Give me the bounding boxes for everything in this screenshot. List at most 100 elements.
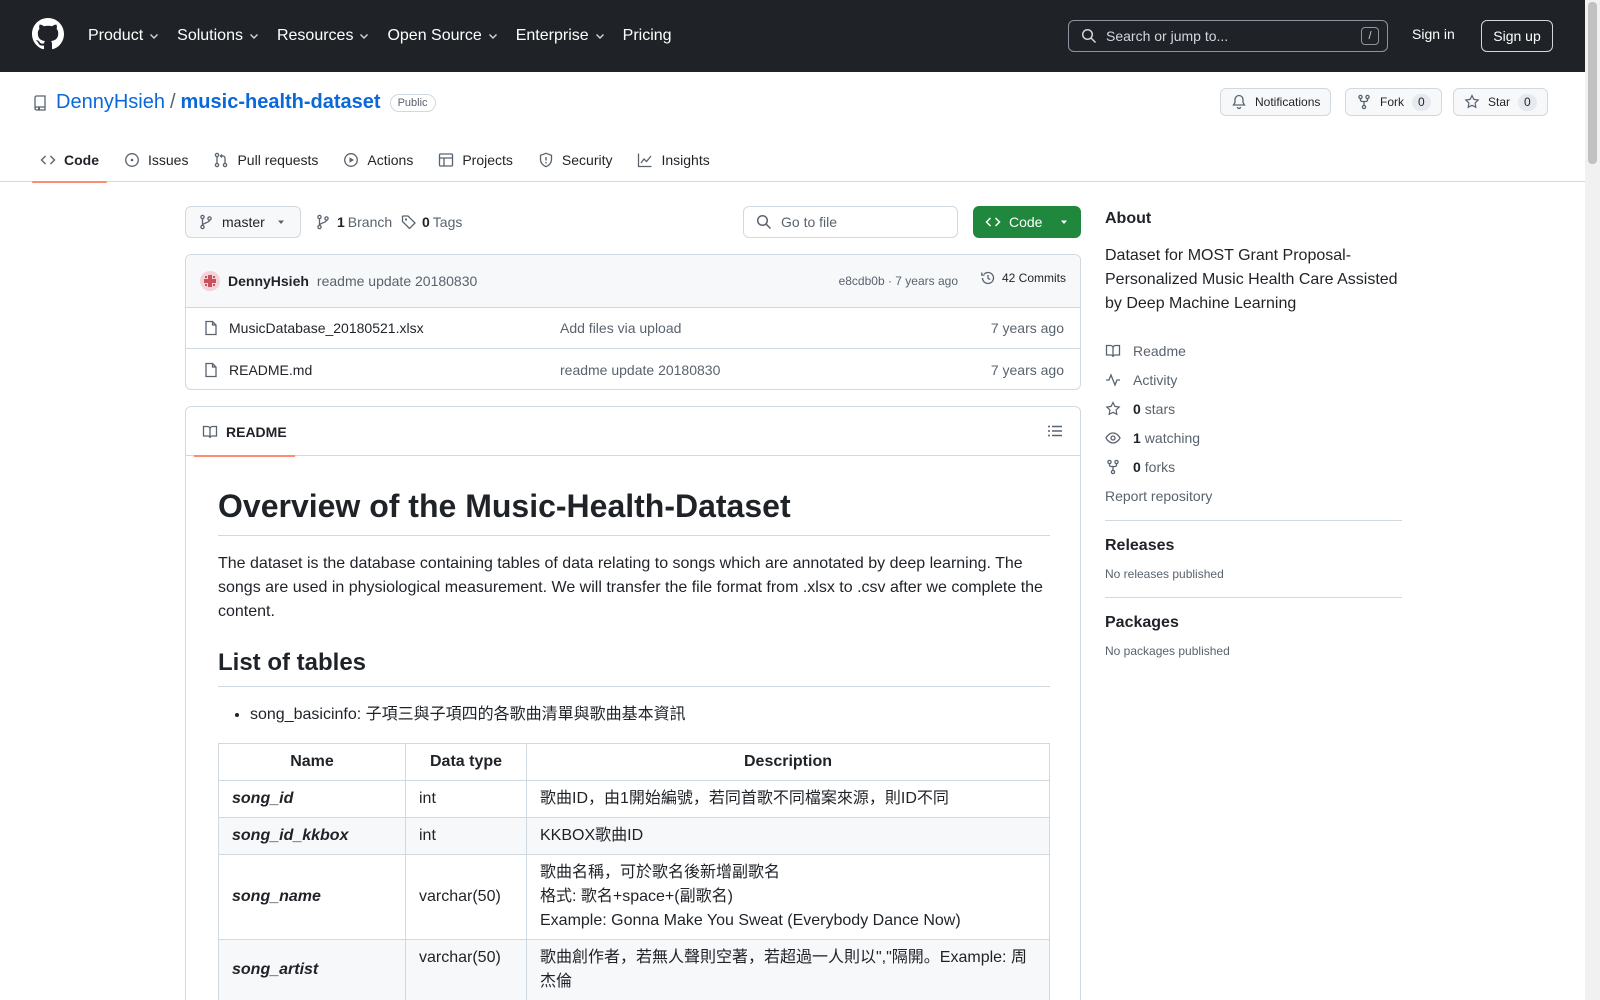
tags-link[interactable]: 0 Tags [401, 206, 462, 238]
issue-icon [124, 152, 148, 168]
field-type: varchar(50) [405, 939, 527, 1000]
field-description: 歌曲名稱，可於歌名後新增副歌名 格式: 歌名+space+(副歌名) Examp… [526, 854, 1050, 940]
chevron-down-icon [148, 30, 160, 42]
nav-product[interactable]: Product [88, 27, 160, 45]
commits-history-link[interactable]: 42 Commits [980, 270, 1066, 286]
readme-link[interactable]: Readme [1105, 336, 1402, 365]
code-dropdown-button[interactable]: Code [973, 206, 1081, 238]
fork-count: 0 [1412, 93, 1431, 111]
description-line: Example: Gonna Make You Sweat (Everybody… [540, 912, 961, 929]
tab-pull-requests[interactable]: Pull requests [205, 138, 326, 182]
repo-header: DennyHsieh / music-health-dataset Public… [0, 72, 1600, 183]
readme-tab-label: README [226, 423, 287, 440]
description-line: 格式: 歌名+space+(副歌名) [540, 888, 733, 905]
caret-down-icon [1059, 217, 1069, 227]
scrollbar-thumb[interactable] [1588, 2, 1597, 164]
watching-label: watching [1144, 429, 1201, 446]
caret-down-icon [276, 217, 286, 227]
tag-label: Tags [432, 214, 463, 230]
book-icon [1105, 343, 1133, 359]
commit-message-link[interactable]: readme update 20180830 [317, 273, 477, 289]
history-icon [980, 270, 1002, 286]
file-name-link[interactable]: README.md [229, 362, 312, 378]
about-heading: About [1105, 210, 1152, 227]
repo-name-link[interactable]: music-health-dataset [181, 91, 381, 114]
commit-hash-age[interactable]: e8cdb0b · 7 years ago [839, 274, 958, 288]
field-description: 歌曲創作者，若無人聲則空著，若超過一人則以","隔開。Example: 周杰倫 [526, 939, 1050, 1000]
report-repository-link[interactable]: Report repository [1105, 481, 1402, 510]
branch-icon [315, 214, 331, 230]
page-scrollbar[interactable] [1585, 0, 1600, 1000]
readme-title: Overview of the Music-Health-Dataset [218, 486, 1050, 536]
search-shortcut-key: / [1361, 27, 1379, 45]
star-label: Star [1488, 95, 1511, 109]
packages-empty-text: No packages published [1105, 644, 1230, 658]
tab-actions[interactable]: Actions [335, 138, 421, 182]
tab-label: Security [561, 152, 613, 168]
tab-projects[interactable]: Projects [430, 138, 521, 182]
releases-empty-text: No releases published [1105, 567, 1224, 581]
table-row: song_id_kkbox int KKBOX歌曲ID [218, 817, 1050, 855]
fork-button[interactable]: Fork 0 [1345, 88, 1442, 116]
readme-intro: The dataset is the database containing t… [218, 555, 1043, 620]
file-name-link[interactable]: MusicDatabase_20180521.xlsx [229, 320, 424, 336]
readme-content: Overview of the Music-Health-Dataset The… [218, 486, 1050, 1000]
pull-request-icon [213, 152, 237, 168]
file-row[interactable]: README.md readme update 20180830 7 years… [186, 349, 1080, 389]
tab-security[interactable]: Security [530, 138, 621, 182]
table-row: song_artist varchar(50) 歌曲創作者，若無人聲則空著，若超… [218, 939, 1050, 1000]
branches-link[interactable]: 1 Branch [315, 206, 392, 238]
watching-count: 1 [1133, 429, 1141, 446]
nav-pricing[interactable]: Pricing [623, 27, 672, 45]
global-search-input[interactable]: Search or jump to... / [1068, 20, 1388, 52]
star-button[interactable]: Star 0 [1453, 88, 1548, 116]
commit-author-link[interactable]: DennyHsieh [228, 273, 309, 289]
github-logo-icon[interactable] [32, 18, 64, 50]
tab-code[interactable]: Code [32, 138, 107, 183]
table-icon [438, 152, 462, 168]
file-commit-age: 7 years ago [990, 320, 1064, 336]
fork-icon [1105, 459, 1133, 475]
stars-link[interactable]: 0 stars [1105, 394, 1402, 423]
code-button-label: Code [1009, 214, 1043, 230]
field-description: KKBOX歌曲ID [526, 817, 1050, 855]
tab-issues[interactable]: Issues [116, 138, 196, 182]
repo-owner-link[interactable]: DennyHsieh [56, 91, 165, 114]
tab-insights[interactable]: Insights [629, 138, 717, 182]
branch-select-button[interactable]: master [185, 206, 301, 238]
nav-resources[interactable]: Resources [277, 27, 370, 45]
releases-heading[interactable]: Releases [1105, 537, 1402, 555]
tab-label: Code [64, 152, 99, 168]
file-commit-message[interactable]: Add files via upload [560, 320, 681, 336]
field-type: int [405, 780, 527, 818]
readme-section-heading: List of tables [218, 648, 1050, 687]
field-description: 歌曲ID，由1開始編號，若同首歌不同檔案來源，則ID不同 [526, 780, 1050, 818]
nav-solutions[interactable]: Solutions [177, 27, 260, 45]
description-line: 歌曲名稱，可於歌名後新增副歌名 [540, 864, 781, 881]
go-to-file-input[interactable]: Go to file [743, 206, 958, 238]
graph-icon [637, 152, 661, 168]
search-icon [1081, 28, 1097, 44]
sign-in-link[interactable]: Sign in [1412, 26, 1455, 42]
field-name: song_name [218, 854, 406, 940]
star-icon [1105, 400, 1133, 417]
star-icon [1464, 94, 1488, 110]
watchers-link[interactable]: 1 watching [1105, 423, 1402, 452]
table-row: song_id int 歌曲ID，由1開始編號，若同首歌不同檔案來源，則ID不同 [218, 780, 1050, 818]
column-header: Data type [405, 743, 527, 781]
avatar[interactable] [200, 271, 220, 291]
nav-open-source[interactable]: Open Source [387, 27, 498, 45]
sign-up-button[interactable]: Sign up [1481, 20, 1553, 52]
notifications-button[interactable]: Notifications [1220, 88, 1332, 116]
branch-name: master [222, 214, 265, 230]
list-unordered-icon[interactable] [1047, 423, 1063, 439]
packages-heading[interactable]: Packages [1105, 614, 1402, 632]
activity-link[interactable]: Activity [1105, 365, 1402, 394]
readme-tab[interactable]: README [194, 407, 295, 457]
file-row[interactable]: MusicDatabase_20180521.xlsx Add files vi… [186, 308, 1080, 349]
nav-enterprise[interactable]: Enterprise [516, 27, 606, 45]
code-icon [40, 152, 64, 168]
tag-count: 0 [422, 214, 430, 230]
forks-link[interactable]: 0 forks [1105, 452, 1402, 481]
file-commit-message[interactable]: readme update 20180830 [560, 362, 720, 378]
